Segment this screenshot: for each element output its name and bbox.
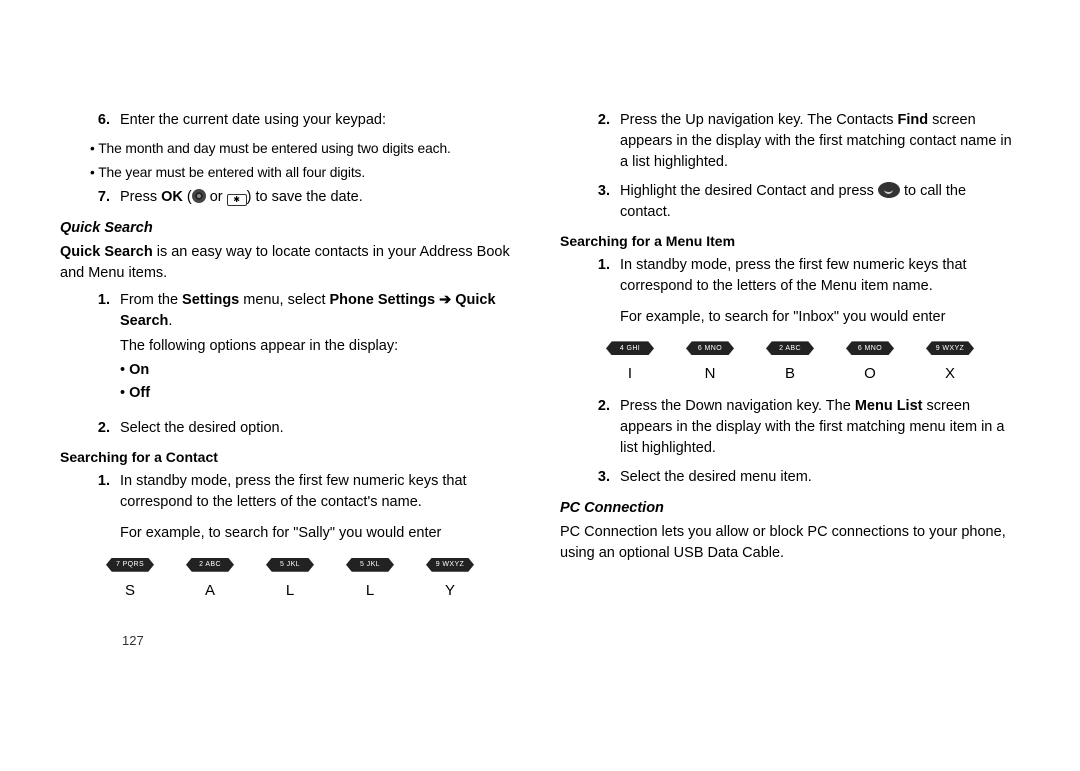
step-6: 6. Enter the current date using your key… (90, 110, 520, 131)
step-body: Highlight the desired Contact and press … (620, 181, 1020, 223)
keycap-icon: 7 PQRS (106, 558, 154, 572)
letter: X (926, 365, 974, 382)
call-key-icon (878, 182, 900, 198)
line1: In standby mode, press the first few num… (620, 255, 1020, 297)
line2: For example, to search for "Sally" you w… (120, 523, 520, 543)
letter: I (606, 365, 654, 382)
letter-row-sally: S A L L Y (90, 582, 490, 599)
step-6-sub1: The month and day must be entered using … (90, 139, 520, 159)
step-num: 1. (90, 471, 120, 543)
letter: L (266, 582, 314, 599)
page-number: 127 (122, 633, 520, 648)
searching-menu-heading: Searching for a Menu Item (560, 233, 1020, 249)
text: or (206, 189, 227, 205)
text: Press the Up navigation key. The Contact… (620, 112, 898, 128)
line1: In standby mode, press the first few num… (120, 471, 520, 513)
letter: S (106, 582, 154, 599)
searching-contact-heading: Searching for a Contact (60, 449, 520, 465)
right-column: 2. Press the Up navigation key. The Cont… (560, 110, 1020, 648)
menu-step-3: 3. Select the desired menu item. (590, 467, 1020, 488)
menu-step-1: 1. In standby mode, press the first few … (590, 255, 1020, 327)
step-num: 3. (590, 181, 620, 223)
step-num: 3. (590, 467, 620, 488)
lead: Quick Search (60, 244, 153, 260)
keycap-icon: 9 WXYZ (426, 558, 474, 572)
option-off: Off (120, 383, 520, 404)
pc-connection-para: PC Connection lets you allow or block PC… (560, 522, 1020, 564)
step-num: 6. (90, 110, 120, 131)
keycap-icon: 6 MNO (846, 341, 894, 355)
contact-step-2: 2. Press the Up navigation key. The Cont… (590, 110, 1020, 173)
text: . (168, 313, 172, 329)
qs-step-2: 2. Select the desired option. (90, 418, 520, 439)
step-body: Press OK ( or ✱) to save the date. (120, 187, 520, 208)
quick-search-heading: Quick Search (60, 220, 520, 236)
menu-step-2: 2. Press the Down navigation key. The Me… (590, 396, 1020, 459)
option-on: On (120, 360, 520, 381)
b: Find (898, 112, 929, 128)
step-body: Press the Down navigation key. The Menu … (620, 396, 1020, 459)
step-num: 1. (590, 255, 620, 327)
step-body: From the Settings menu, select Phone Set… (120, 290, 520, 410)
text: ( (183, 189, 192, 205)
contact-step-3: 3. Highlight the desired Contact and pre… (590, 181, 1020, 223)
step-body: Press the Up navigation key. The Contact… (620, 110, 1020, 173)
letter: L (346, 582, 394, 599)
letter: N (686, 365, 734, 382)
step-num: 2. (590, 110, 620, 173)
ok-key-icon: ✱ (227, 194, 247, 206)
text: Press the Down navigation key. The (620, 398, 855, 414)
letter: A (186, 582, 234, 599)
keycap-icon: 9 WXYZ (926, 341, 974, 355)
pc-connection-heading: PC Connection (560, 500, 1020, 516)
center-key-icon (192, 189, 206, 203)
text: From the (120, 292, 182, 308)
text: to save the date. (252, 189, 363, 205)
step-body: In standby mode, press the first few num… (120, 471, 520, 543)
text: menu, select (239, 292, 329, 308)
letter-row-inbox: I N B O X (590, 365, 990, 382)
step-7: 7. Press OK ( or ✱) to save the date. (90, 187, 520, 208)
qs-step-1: 1. From the Settings menu, select Phone … (90, 290, 520, 410)
keycap-icon: 2 ABC (766, 341, 814, 355)
keycap-icon: 5 JKL (266, 558, 314, 572)
b: Menu List (855, 398, 923, 414)
text: Press (120, 189, 161, 205)
step-num: 1. (90, 290, 120, 410)
quick-search-intro: Quick Search is an easy way to locate co… (60, 242, 520, 284)
line2: For example, to search for "Inbox" you w… (620, 307, 1020, 327)
step-body: Select the desired option. (120, 418, 520, 439)
keycap-icon: 2 ABC (186, 558, 234, 572)
step-num: 2. (590, 396, 620, 459)
b: Settings (182, 292, 239, 308)
step-num: 2. (90, 418, 120, 439)
ok-label: OK (161, 189, 183, 205)
followup: The following options appear in the disp… (120, 336, 520, 356)
letter: O (846, 365, 894, 382)
step-body: Enter the current date using your keypad… (120, 110, 520, 131)
keypad-row-inbox: 4 GHI 6 MNO 2 ABC 6 MNO 9 WXYZ (590, 341, 990, 355)
keypad-row-sally: 7 PQRS 2 ABC 5 JKL 5 JKL 9 WXYZ (90, 558, 490, 572)
contact-step-1: 1. In standby mode, press the first few … (90, 471, 520, 543)
keycap-icon: 6 MNO (686, 341, 734, 355)
step-num: 7. (90, 187, 120, 208)
keycap-icon: 5 JKL (346, 558, 394, 572)
left-column: 6. Enter the current date using your key… (60, 110, 520, 648)
options: On Off (120, 360, 520, 404)
letter: Y (426, 582, 474, 599)
step-body: In standby mode, press the first few num… (620, 255, 1020, 327)
step-6-sub2: The year must be entered with all four d… (90, 163, 520, 183)
letter: B (766, 365, 814, 382)
text: Highlight the desired Contact and press (620, 183, 878, 199)
keycap-icon: 4 GHI (606, 341, 654, 355)
step-body: Select the desired menu item. (620, 467, 1020, 488)
